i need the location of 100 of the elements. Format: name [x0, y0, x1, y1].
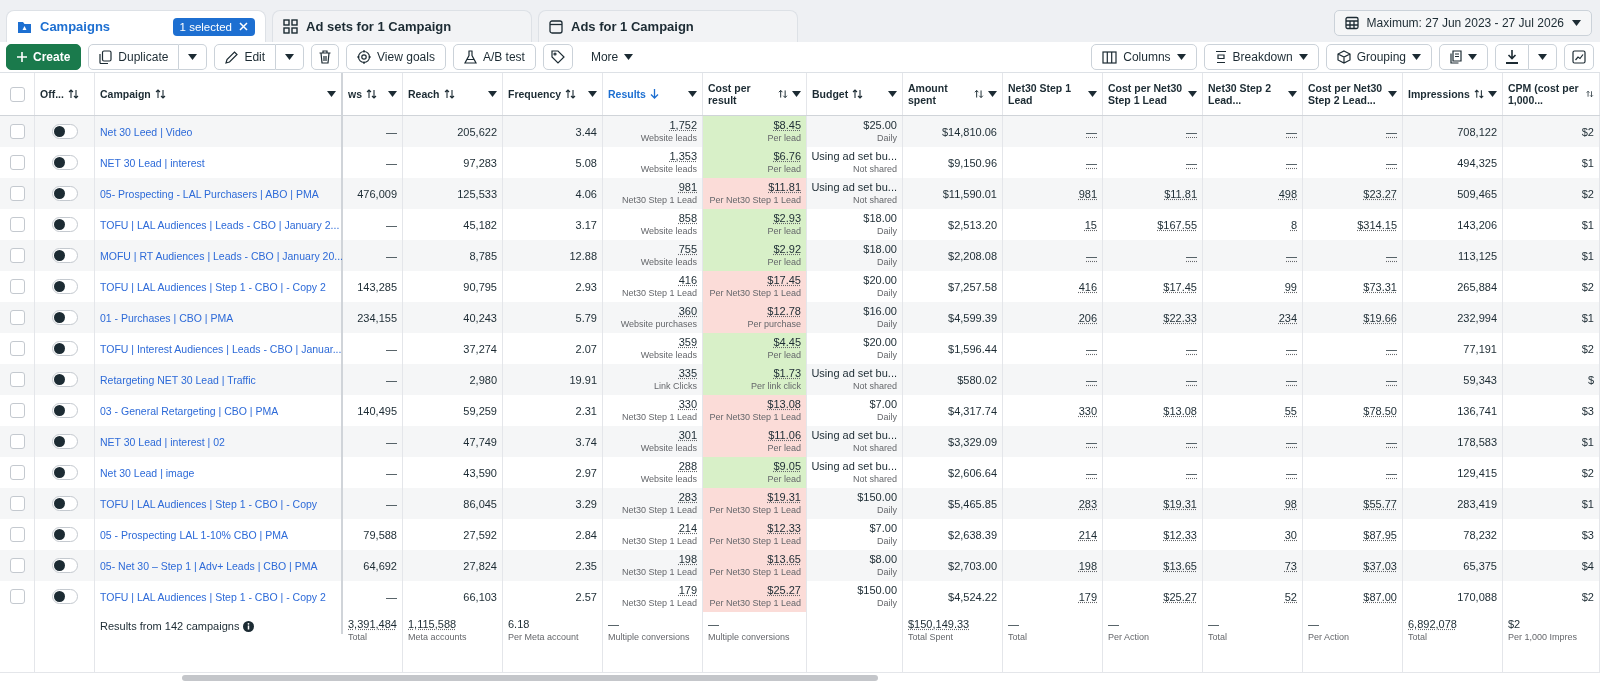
delete-button[interactable]	[311, 44, 340, 70]
column-menu-button[interactable]	[1088, 91, 1097, 97]
column-header[interactable]: Amount spent	[903, 73, 1003, 115]
checkbox[interactable]	[9, 465, 25, 480]
campaign-link[interactable]: 03 - General Retargeting | CBO | PMA	[100, 404, 279, 417]
checkbox[interactable]	[9, 372, 25, 387]
sort-icon[interactable]	[1586, 89, 1594, 99]
sort-descending-icon[interactable]	[649, 89, 659, 99]
campaign-link[interactable]: MOFU | RT Audiences | Leads - CBO | January 20...	[100, 249, 343, 262]
toggle-switch[interactable]	[51, 186, 78, 201]
breakdown-button[interactable]: Breakdown	[1203, 44, 1319, 70]
column-menu-button[interactable]	[988, 91, 997, 97]
checkbox[interactable]	[9, 496, 25, 511]
column-header[interactable]: Cost per Net30 Step 1 Lead	[1103, 73, 1203, 115]
view-goals-button[interactable]: View goals	[346, 44, 446, 70]
campaign-link[interactable]: 05- Net 30 – Step 1 | Adv+ Leads | CBO | PMA	[100, 559, 318, 572]
checkbox[interactable]	[9, 279, 25, 294]
campaign-link[interactable]: 05- Prospecting - LAL Purchasers | ABO | PMA	[100, 187, 319, 200]
campaign-link[interactable]: TOFU | LAL Audiences | Leads - CBO | January 2...	[100, 218, 340, 231]
column-header[interactable]: Off...	[35, 73, 95, 115]
dropdown-button[interactable]	[276, 44, 305, 70]
column-header[interactable]: Cost per result	[703, 73, 807, 115]
tab[interactable]: Campaigns 1 selected	[6, 10, 266, 42]
checkbox[interactable]	[9, 589, 25, 604]
column-header[interactable]: Cost per Net30 Step 2 Lead...	[1303, 73, 1403, 115]
checkbox[interactable]	[9, 86, 25, 102]
checkbox[interactable]	[9, 217, 25, 232]
campaign-link[interactable]: Retargeting NET 30 Lead | Traffic	[100, 373, 256, 386]
toggle-switch[interactable]	[51, 310, 78, 325]
campaign-link[interactable]: TOFU | Interest Audiences | Leads - CBO | Januar...	[100, 342, 342, 355]
close-icon[interactable]	[239, 22, 248, 31]
toggle-switch[interactable]	[51, 124, 78, 139]
sort-icon[interactable]	[974, 89, 984, 99]
dropdown-button[interactable]	[1529, 44, 1557, 70]
column-menu-button[interactable]	[688, 91, 697, 97]
column-menu-button[interactable]	[1488, 91, 1497, 97]
checkbox[interactable]	[9, 310, 25, 325]
column-menu-button[interactable]	[792, 91, 801, 97]
checkbox[interactable]	[9, 248, 25, 263]
sort-icon[interactable]	[778, 89, 788, 99]
checkbox[interactable]	[9, 124, 25, 139]
column-header[interactable]: Frequency	[503, 73, 603, 115]
campaign-link[interactable]: 01 - Purchases | CBO | PMA	[100, 311, 234, 324]
toggle-switch[interactable]	[51, 341, 78, 356]
column-menu-button[interactable]	[1188, 91, 1197, 97]
duplicate-button[interactable]: Duplicate	[88, 44, 180, 70]
toggle-switch[interactable]	[51, 558, 78, 573]
ab-test-button[interactable]: A/B test	[452, 44, 536, 70]
chart-button[interactable]	[1564, 44, 1594, 70]
sort-icon[interactable]	[565, 89, 577, 99]
column-menu-button[interactable]	[327, 91, 336, 97]
campaign-link[interactable]: NET 30 Lead | interest | 02	[100, 435, 225, 448]
campaign-link[interactable]: Net 30 Leed | Video	[100, 125, 193, 138]
checkbox[interactable]	[9, 558, 25, 573]
column-header[interactable]: Net30 Step 1 Lead	[1003, 73, 1103, 115]
edit-button[interactable]: Edit	[214, 44, 277, 70]
dropdown-button[interactable]	[179, 44, 208, 70]
export-button[interactable]	[1495, 44, 1529, 70]
tab[interactable]: Ads for 1 Campaign	[538, 10, 798, 42]
column-menu-button[interactable]	[1288, 91, 1297, 97]
toggle-switch[interactable]	[51, 496, 78, 511]
toggle-switch[interactable]	[51, 248, 78, 263]
checkbox[interactable]	[9, 186, 25, 201]
column-header[interactable]: CPM (cost per 1,000...	[1503, 73, 1600, 115]
column-header[interactable]: Net30 Step 2 Lead...	[1203, 73, 1303, 115]
reports-button[interactable]	[1439, 44, 1488, 70]
checkbox[interactable]	[9, 403, 25, 418]
columns-button[interactable]: Columns	[1091, 44, 1197, 70]
toggle-switch[interactable]	[51, 465, 78, 480]
toggle-switch[interactable]	[51, 372, 78, 387]
toggle-switch[interactable]	[51, 403, 78, 418]
campaign-link[interactable]: TOFU | LAL Audiences | Step 1 - CBO | - Copy 2	[100, 280, 326, 293]
sort-icon[interactable]	[366, 89, 377, 99]
campaign-link[interactable]: NET 30 Lead | interest	[100, 156, 205, 169]
horizontal-scrollbar[interactable]	[182, 675, 878, 681]
column-menu-button[interactable]	[588, 91, 597, 97]
sort-icon[interactable]	[852, 89, 864, 99]
create-button[interactable]: Create	[6, 44, 82, 70]
column-menu-button[interactable]	[488, 91, 497, 97]
column-menu-button[interactable]	[1388, 91, 1397, 97]
column-header[interactable]: Results	[603, 73, 703, 115]
toggle-switch[interactable]	[51, 589, 78, 604]
checkbox[interactable]	[9, 155, 25, 170]
campaign-link[interactable]: TOFU | LAL Audiences | Step 1 - CBO | - Copy 2	[100, 590, 326, 603]
tag-button[interactable]	[542, 44, 573, 70]
checkbox[interactable]	[9, 341, 25, 356]
campaign-link[interactable]: 05 - Prospecting LAL 1-10% CBO | PMA	[100, 528, 288, 541]
tab[interactable]: Ad sets for 1 Campaign	[272, 10, 532, 42]
sort-icon[interactable]	[443, 89, 455, 99]
column-header[interactable]: Impressions	[1403, 73, 1503, 115]
column-header[interactable]: Budget	[807, 73, 903, 115]
sort-icon[interactable]	[154, 89, 166, 99]
checkbox[interactable]	[9, 527, 25, 542]
toggle-switch[interactable]	[51, 155, 78, 170]
toggle-switch[interactable]	[51, 279, 78, 294]
column-menu-button[interactable]	[888, 91, 897, 97]
toggle-switch[interactable]	[51, 434, 78, 449]
column-menu-button[interactable]	[388, 91, 397, 97]
campaign-link[interactable]: Net 30 Lead | image	[100, 466, 195, 479]
toggle-switch[interactable]	[51, 527, 78, 542]
